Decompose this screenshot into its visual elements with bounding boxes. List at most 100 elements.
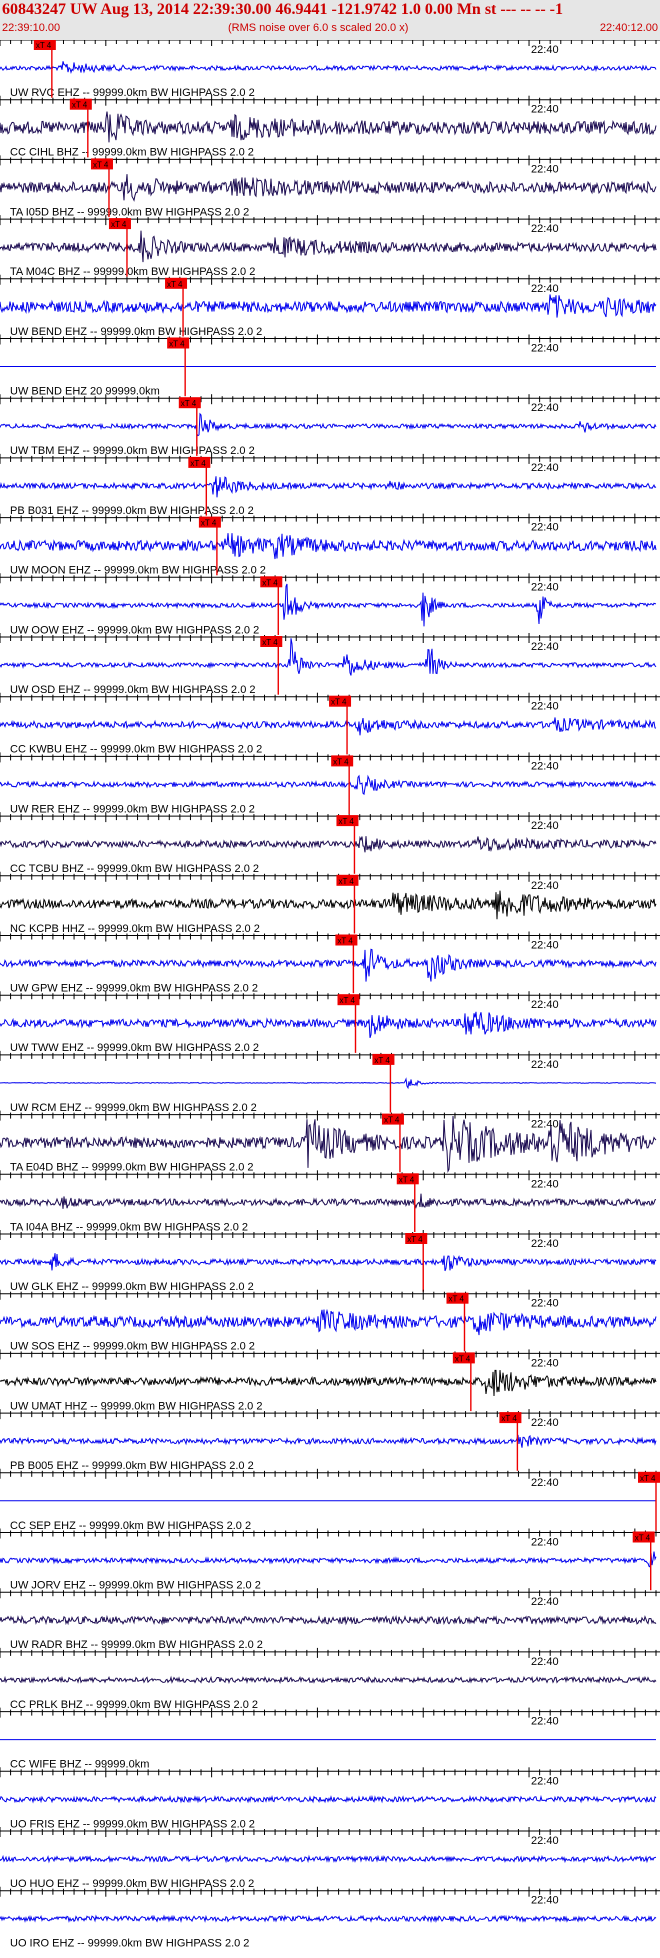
minute-mark-label: 22:40 xyxy=(531,522,559,534)
waveform-trace xyxy=(0,835,657,853)
station-label: NC KCPB HHZ -- 99999.0km BW HIGHPASS 2.0… xyxy=(10,923,260,935)
station-label: UW GLK EHZ -- 99999.0km BW HIGHPASS 2.0 … xyxy=(10,1281,254,1293)
station-label: UW BEND EHZ 20 99999.0km xyxy=(10,386,160,398)
waveform-trace xyxy=(0,294,657,318)
station-label: TA I04A BHZ -- 99999.0km BW HIGHPASS 2.0… xyxy=(10,1221,248,1233)
waveform-trace xyxy=(0,1077,657,1090)
pick-label: xT 4 xyxy=(340,996,356,1005)
minute-mark-label: 22:40 xyxy=(531,1238,559,1250)
waveform-trace xyxy=(0,1011,657,1038)
pick-label: xT 4 xyxy=(167,280,183,289)
pick-label: xT 4 xyxy=(448,1295,464,1304)
station-label: CC WIFE BHZ -- 99999.0km xyxy=(10,1759,149,1771)
waveform-trace xyxy=(0,533,657,560)
waveform-trace xyxy=(0,1614,657,1626)
minute-mark-label: 22:40 xyxy=(531,163,559,175)
minute-mark-label: 22:40 xyxy=(531,343,559,355)
pick-label: xT 4 xyxy=(331,698,347,707)
minute-mark-label: 22:40 xyxy=(531,1716,559,1728)
station-label: UO HUO EHZ -- 99999.0km BW HIGHPASS 2.0 … xyxy=(10,1878,254,1890)
minute-mark-label: 22:40 xyxy=(531,223,559,235)
waveform-trace xyxy=(0,111,657,143)
station-label: UW MOON EHZ -- 99999.0km BW HIGHPASS 2.0… xyxy=(10,565,266,577)
station-label: TA I05D BHZ -- 99999.0km BW HIGHPASS 2.0… xyxy=(10,206,249,218)
minute-mark-label: 22:40 xyxy=(531,1775,559,1787)
waveform-trace xyxy=(0,717,657,736)
pick-label: xT 4 xyxy=(201,519,217,528)
pick-label: xT 4 xyxy=(169,340,185,349)
minute-mark-label: 22:40 xyxy=(531,1537,559,1549)
waveform-trace xyxy=(0,1193,657,1209)
waveform-trace xyxy=(0,948,657,982)
waveform-trace xyxy=(0,476,657,498)
station-label: PB B005 EHZ -- 99999.0km BW HIGHPASS 2.0… xyxy=(10,1460,254,1472)
station-label: UW TBM EHZ -- 99999.0km BW HIGHPASS 2.0 … xyxy=(10,445,255,457)
station-label: UO IRO EHZ -- 99999.0km BW HIGHPASS 2.0 … xyxy=(10,1938,249,1950)
start-time-label: 22:39:10.00 xyxy=(2,22,61,34)
minute-mark-label: 22:40 xyxy=(531,760,559,772)
pick-label: xT 4 xyxy=(36,41,52,50)
station-label: UW RCM EHZ -- 99999.0km BW HIGHPASS 2.0 … xyxy=(10,1102,257,1114)
pick-label: xT 4 xyxy=(333,757,349,766)
pick-label: xT 4 xyxy=(262,638,278,647)
minute-mark-label: 22:40 xyxy=(531,999,559,1011)
station-label: UW RADR BHZ -- 99999.0km BW HIGHPASS 2.0… xyxy=(10,1639,263,1651)
pick-label: xT 4 xyxy=(262,578,278,587)
pick-label: xT 4 xyxy=(501,1414,517,1423)
minute-mark-label: 22:40 xyxy=(531,1059,559,1071)
station-label: UW BEND EHZ -- 99999.0km BW HIGHPASS 2.0… xyxy=(10,326,262,338)
station-label: UO FRIS EHZ -- 99999.0km BW HIGHPASS 2.0… xyxy=(10,1818,255,1830)
waveform-trace xyxy=(0,1914,657,1924)
station-label: UW RER EHZ -- 99999.0km BW HIGHPASS 2.0 … xyxy=(10,803,255,815)
minute-mark-label: 22:40 xyxy=(531,462,559,474)
minute-mark-label: 22:40 xyxy=(531,1656,559,1668)
station-label: CC CIHL BHZ -- 99999.0km BW HIGHPASS 2.0… xyxy=(10,147,254,159)
pick-label: xT 4 xyxy=(181,399,197,408)
minute-mark-label: 22:40 xyxy=(531,1596,559,1608)
minute-mark-label: 22:40 xyxy=(531,1895,559,1907)
waveform-trace xyxy=(0,1794,657,1804)
pick-label: xT 4 xyxy=(190,459,206,468)
minute-mark-label: 22:40 xyxy=(531,104,559,116)
minute-mark-label: 22:40 xyxy=(531,880,559,892)
pick-label: xT 4 xyxy=(337,937,353,946)
station-label: UW GPW EHZ -- 99999.0km BW HIGHPASS 2.0 … xyxy=(10,983,258,995)
pick-label: xT 4 xyxy=(338,817,354,826)
minute-mark-label: 22:40 xyxy=(531,581,559,593)
waveform-trace xyxy=(0,1551,657,1568)
scaling-note: (RMS noise over 6.0 s scaled 20.0 x) xyxy=(228,22,409,34)
station-label: UW TWW EHZ -- 99999.0km BW HIGHPASS 2.0 … xyxy=(10,1042,259,1054)
minute-mark-label: 22:40 xyxy=(531,641,559,653)
waveform-trace xyxy=(0,1434,657,1448)
minute-mark-label: 22:40 xyxy=(531,940,559,952)
event-title: 60843247 UW Aug 13, 2014 22:39:30.00 46.… xyxy=(2,1,563,18)
station-label: CC SEP EHZ -- 99999.0km BW HIGHPASS 2.0 … xyxy=(10,1520,251,1532)
pick-label: xT 4 xyxy=(455,1354,471,1363)
pick-label: xT 4 xyxy=(111,220,127,229)
waveform-trace xyxy=(0,412,657,437)
minute-mark-label: 22:40 xyxy=(531,701,559,713)
end-time-label: 22:40:12.00 xyxy=(599,22,658,34)
pick-label: xT 4 xyxy=(399,1175,415,1184)
minute-mark-label: 22:40 xyxy=(531,1477,559,1489)
station-label: UW UMAT HHZ -- 99999.0km BW HIGHPASS 2.0… xyxy=(10,1400,262,1412)
pick-label: xT 4 xyxy=(640,1474,656,1483)
minute-mark-label: 22:40 xyxy=(531,1417,559,1429)
minute-mark-label: 22:40 xyxy=(531,1178,559,1190)
station-label: CC TCBU BHZ -- 99999.0km BW HIGHPASS 2.0… xyxy=(10,863,259,875)
minute-mark-label: 22:40 xyxy=(531,1119,559,1131)
waveform-trace xyxy=(0,1253,657,1272)
pick-label: xT 4 xyxy=(72,101,88,110)
minute-mark-label: 22:40 xyxy=(531,1298,559,1310)
pick-label: xT 4 xyxy=(407,1235,423,1244)
seismogram-plot: 22:40 UW RVC EHZ -- 99999.0km BW HIGHPASS… xyxy=(0,40,660,1950)
station-label: TA E04D BHZ -- 99999.0km BW HIGHPASS 2.0… xyxy=(10,1162,254,1174)
waveform-trace xyxy=(0,61,657,75)
pick-label: xT 4 xyxy=(338,877,354,886)
minute-mark-label: 22:40 xyxy=(531,1357,559,1369)
waveform-trace xyxy=(0,1675,657,1685)
pick-label: xT 4 xyxy=(635,1534,651,1543)
plot-header: 60843247 UW Aug 13, 2014 22:39:30.00 46.… xyxy=(0,0,660,40)
station-label: CC KWBU EHZ -- 99999.0km BW HIGHPASS 2.0… xyxy=(10,744,262,756)
waveform-trace xyxy=(0,1308,657,1336)
